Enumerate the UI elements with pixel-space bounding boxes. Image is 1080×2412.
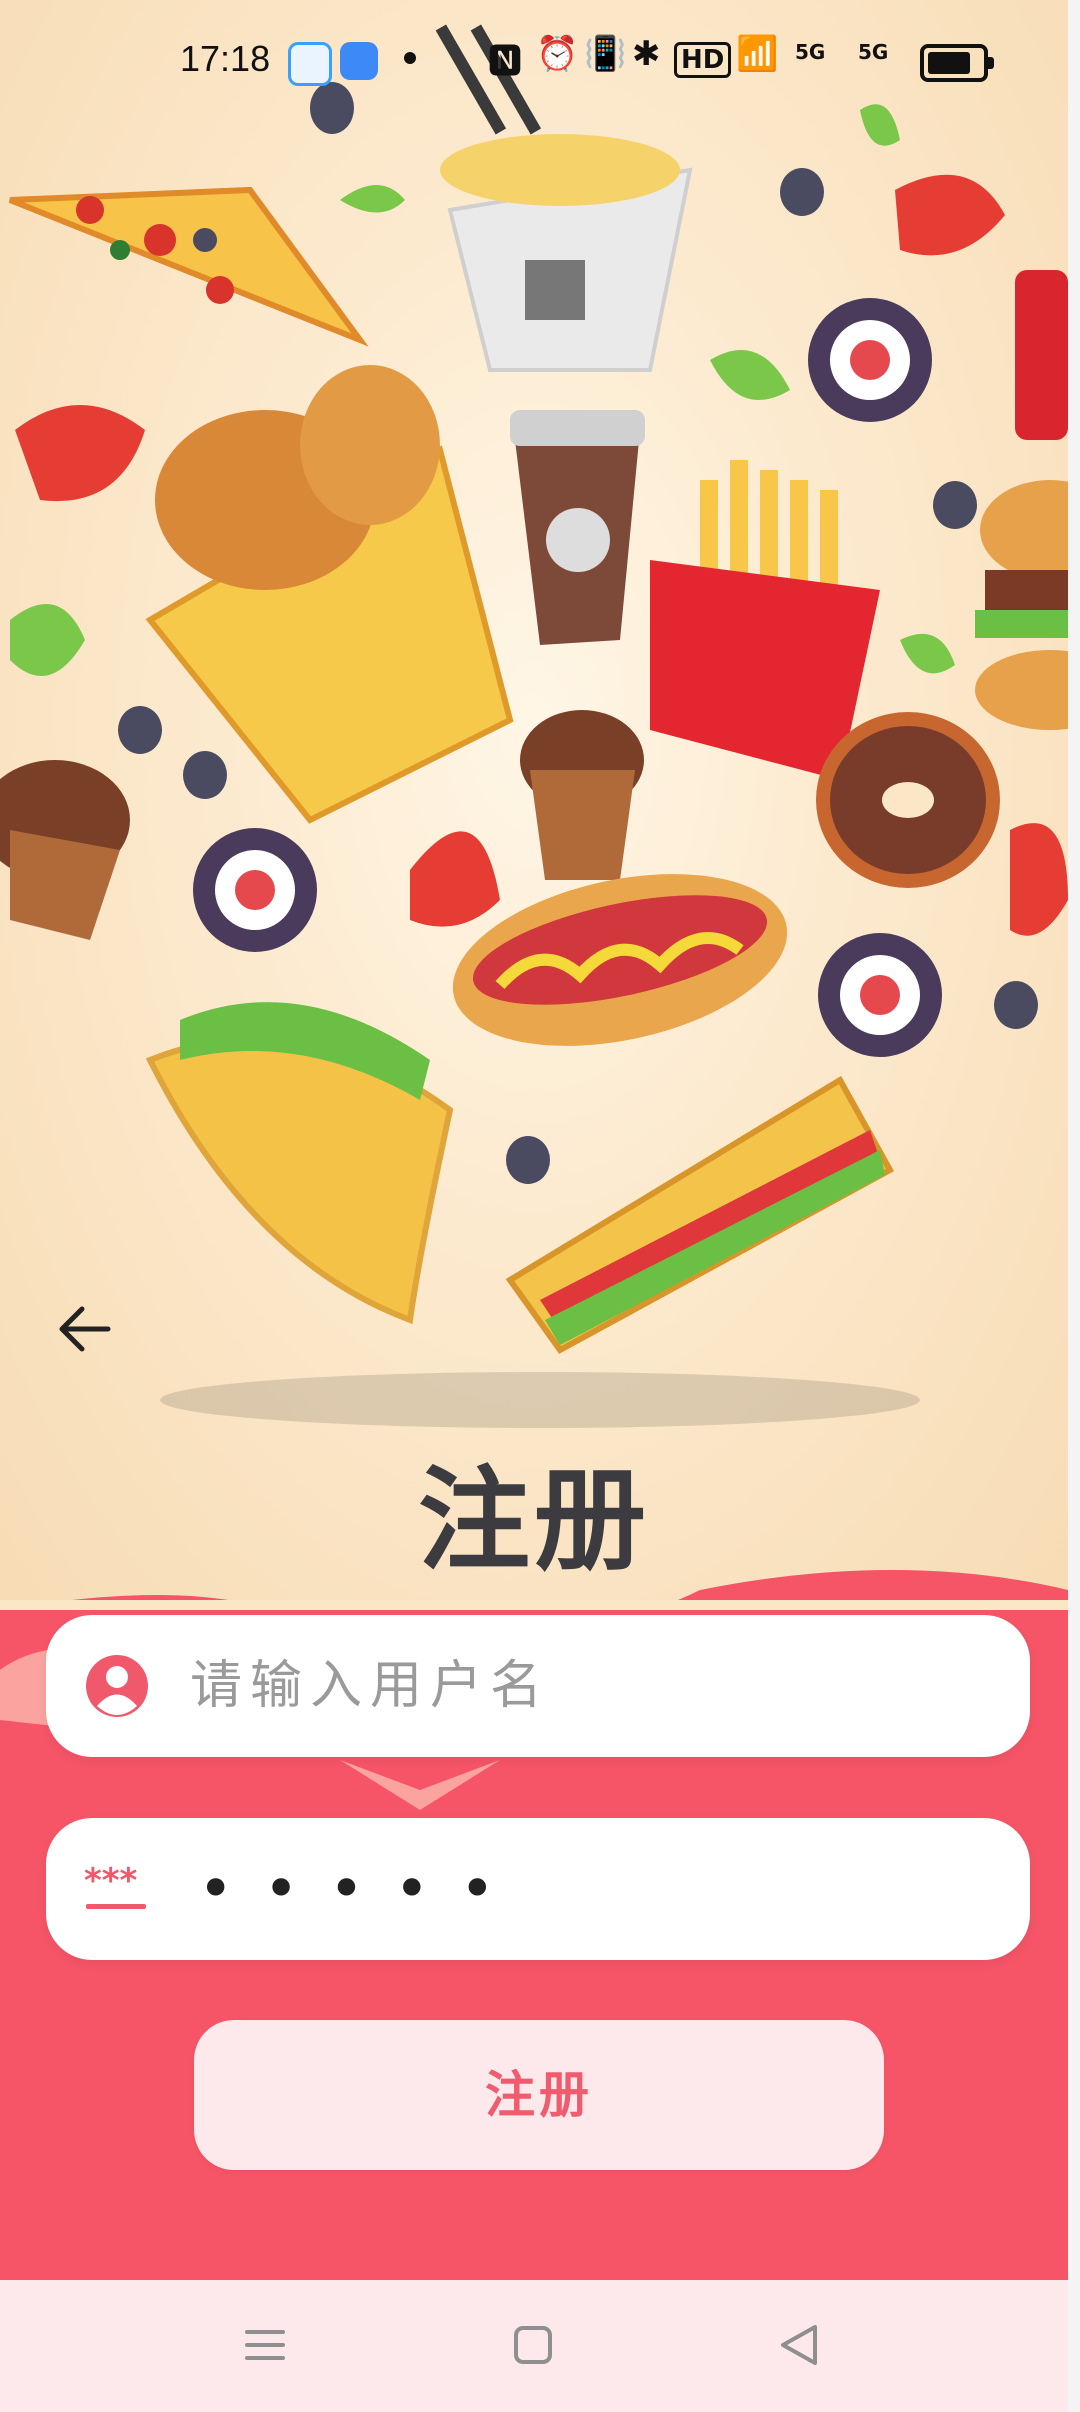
page-title: 注册 [418, 1455, 650, 1586]
triangle-back-icon[interactable] [765, 2310, 835, 2380]
battery-icon [920, 44, 994, 82]
hd-icon: HD [674, 42, 732, 78]
food-illustration [0, 24, 1068, 1600]
food-shadow [160, 1372, 920, 1428]
sandwich-icon [505, 1075, 895, 1354]
vibrate-icon: 📳 [584, 34, 627, 74]
alarm-icon: ⏰ [536, 34, 579, 74]
password-asterisk-icon: *** [84, 1861, 146, 1909]
user-circle-icon [86, 1655, 148, 1717]
register-button[interactable]: 注册 [194, 2020, 884, 2170]
status-bar: 17:18 🅽 ⏰ 📳 ✱ HD 📶 5G 5G [0, 0, 1068, 120]
soda-can-icon [1015, 270, 1068, 440]
password-input[interactable] [196, 1838, 1000, 1940]
food-illustration-background [0, 0, 1068, 1600]
sync-app-icon [288, 42, 332, 86]
status-time: 17:18 [180, 38, 271, 79]
app-screen: 17:18 🅽 ⏰ 📳 ✱ HD 📶 5G 5G 注册 请输入用户名 *** •… [0, 0, 1068, 2412]
coffee-cup-icon [510, 410, 645, 645]
fries-icon [650, 460, 880, 780]
app-notification-icon [340, 42, 378, 80]
pizza-icon [8, 186, 369, 347]
wifi-icon: 📶 [736, 34, 779, 74]
home-square-icon[interactable] [498, 2310, 568, 2380]
system-nav-bar [0, 2280, 1068, 2412]
signal-5g-icon-2: 5G [858, 40, 889, 64]
arrow-left-icon[interactable] [52, 1296, 118, 1362]
menu-icon[interactable] [230, 2310, 300, 2380]
signal-5g-icon: 5G [795, 40, 826, 64]
username-field[interactable] [46, 1615, 1030, 1757]
bluetooth-icon: ✱ [632, 34, 661, 74]
screen-edge [1068, 0, 1080, 2412]
burger-icon [975, 480, 1068, 730]
svg-text:***: *** [84, 1861, 138, 1901]
taco-icon [145, 1002, 454, 1325]
nfc-icon: 🅽 [488, 42, 522, 82]
password-field[interactable]: *** [46, 1818, 1030, 1960]
donut-icon [816, 712, 1000, 888]
notification-dot-icon [404, 52, 416, 64]
username-input[interactable] [188, 1635, 992, 1737]
